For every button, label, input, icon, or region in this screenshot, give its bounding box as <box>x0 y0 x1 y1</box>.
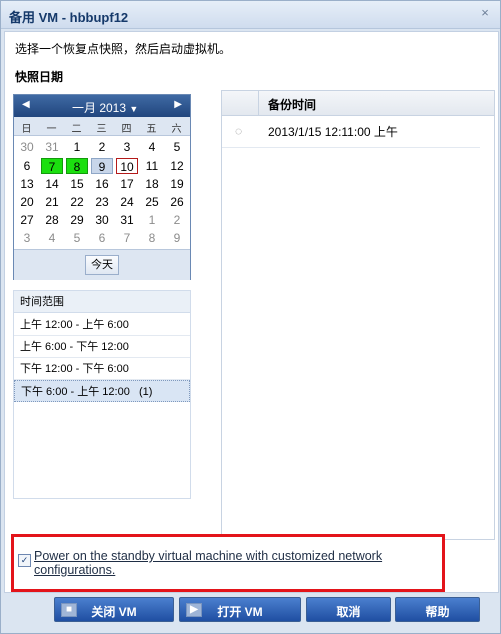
calendar-day[interactable]: 1 <box>66 139 88 155</box>
power-on-label[interactable]: Power on the standby virtual machine wit… <box>34 549 444 577</box>
calendar-day[interactable]: 19 <box>166 176 188 192</box>
calendar-day[interactable]: 17 <box>116 176 138 192</box>
calendar-day[interactable]: 27 <box>16 212 38 228</box>
time-range-item-selected[interactable]: 下午 6:00 - 上午 12:00 (1) <box>14 380 190 402</box>
calendar-day[interactable]: 2 <box>166 212 188 228</box>
dialog-title: 备用 VM - hbbupf12 <box>9 10 129 25</box>
calendar-day[interactable]: 7 <box>116 230 138 246</box>
next-month-icon[interactable]: ▶ <box>174 99 182 110</box>
backup-table-header: 备份时间 <box>222 91 494 116</box>
calendar-day[interactable]: 20 <box>16 194 38 210</box>
calendar-day[interactable]: 9 <box>166 230 188 246</box>
calendar-day[interactable]: 5 <box>66 230 88 246</box>
table-row[interactable]: ◌ 2013/1/15 12:11:00 上午 <box>222 115 480 148</box>
backup-time-table: 备份时间 ◌ 2013/1/15 12:11:00 上午 <box>221 90 495 540</box>
calendar-day[interactable]: 15 <box>66 176 88 192</box>
month-label: 一月 2013 <box>72 101 127 115</box>
open-vm-label: 打开 VM <box>217 605 263 619</box>
radio-button[interactable]: ◌ <box>235 124 249 138</box>
calendar-day[interactable]: 31 <box>116 212 138 228</box>
calendar-day-today[interactable]: 10 <box>116 158 138 174</box>
calendar-day-selected[interactable]: 9 <box>91 158 113 174</box>
shutdown-vm-button[interactable]: ■ 关闭 VM <box>54 597 174 622</box>
standby-vm-dialog: 备用 VM - hbbupf12 × 选择一个恢复点快照，然后启动虚拟机。 快照… <box>0 0 501 634</box>
calendar-day[interactable]: 6 <box>16 158 38 174</box>
calendar-day[interactable]: 31 <box>41 139 63 155</box>
column-divider <box>258 91 259 115</box>
weekday-label: 四 <box>121 124 132 135</box>
cancel-button[interactable]: 取消 <box>306 597 391 622</box>
calendar-day[interactable]: 24 <box>116 194 138 210</box>
snapshot-date-label: 快照日期 <box>15 70 64 84</box>
backup-time-header: 备份时间 <box>268 98 317 112</box>
weekday-label: 六 <box>171 124 182 135</box>
time-range-item[interactable]: 上午 12:00 - 上午 6:00 <box>14 314 190 336</box>
backup-time-value: 2013/1/15 12:11:00 上午 <box>268 125 398 139</box>
calendar-day[interactable]: 30 <box>16 139 38 155</box>
calendar-day[interactable]: 18 <box>141 176 163 192</box>
weekday-label: 一 <box>46 124 57 135</box>
calendar-header: ◀ 一月 2013 ▼ ▶ <box>14 95 190 117</box>
close-icon[interactable]: × <box>477 5 493 21</box>
calendar-day[interactable]: 3 <box>116 139 138 155</box>
calendar-day[interactable]: 25 <box>141 194 163 210</box>
calendar-day[interactable]: 21 <box>41 194 63 210</box>
button-bar: ■ 关闭 VM ▶ 打开 VM 取消 帮助 <box>1 596 500 633</box>
open-vm-button[interactable]: ▶ 打开 VM <box>179 597 301 622</box>
calendar: ◀ 一月 2013 ▼ ▶ 日 一 二 三 四 五 六 30 31 1 2 3 … <box>13 94 191 280</box>
dialog-content: 选择一个恢复点快照，然后启动虚拟机。 快照日期 ◀ 一月 2013 ▼ ▶ 日 … <box>4 31 499 593</box>
cancel-label: 取消 <box>336 605 361 619</box>
calendar-day[interactable]: 26 <box>166 194 188 210</box>
calendar-day[interactable]: 13 <box>16 176 38 192</box>
calendar-day-has-backup[interactable]: 7 <box>41 158 63 174</box>
calendar-day[interactable]: 8 <box>141 230 163 246</box>
calendar-day[interactable]: 3 <box>16 230 38 246</box>
calendar-day[interactable]: 16 <box>91 176 113 192</box>
power-on-option: ✓ Power on the standby virtual machine w… <box>11 534 445 592</box>
weekday-label: 五 <box>146 124 157 135</box>
calendar-day[interactable]: 1 <box>141 212 163 228</box>
instruction-text: 选择一个恢复点快照，然后启动虚拟机。 <box>15 42 232 56</box>
calendar-day[interactable]: 4 <box>41 230 63 246</box>
weekday-label: 二 <box>71 124 82 135</box>
calendar-day[interactable]: 6 <box>91 230 113 246</box>
today-button[interactable]: 今天 <box>85 255 119 275</box>
calendar-day[interactable]: 2 <box>91 139 113 155</box>
shutdown-vm-label: 关闭 VM <box>91 605 137 619</box>
prev-month-icon[interactable]: ◀ <box>22 99 30 110</box>
help-label: 帮助 <box>425 605 450 619</box>
weekday-header: 日 一 二 三 四 五 六 <box>14 117 190 136</box>
month-selector[interactable]: 一月 2013 ▼ <box>72 99 138 116</box>
time-range-item[interactable]: 上午 6:00 - 下午 12:00 <box>14 336 190 358</box>
chevron-down-icon: ▼ <box>129 104 139 114</box>
weekday-label: 日 <box>21 124 32 135</box>
calendar-day[interactable]: 14 <box>41 176 63 192</box>
calendar-day[interactable]: 28 <box>41 212 63 228</box>
calendar-day[interactable]: 29 <box>66 212 88 228</box>
power-on-checkbox[interactable]: ✓ <box>18 554 31 567</box>
calendar-day[interactable]: 22 <box>66 194 88 210</box>
calendar-footer: 今天 <box>14 249 190 280</box>
calendar-day[interactable]: 30 <box>91 212 113 228</box>
title-bar: 备用 VM - hbbupf12 × <box>1 1 500 29</box>
time-range-header: 时间范围 <box>14 291 190 313</box>
help-button[interactable]: 帮助 <box>395 597 480 622</box>
calendar-day-has-backup[interactable]: 8 <box>66 158 88 174</box>
calendar-day[interactable]: 23 <box>91 194 113 210</box>
calendar-day[interactable]: 11 <box>141 158 163 174</box>
time-range-item[interactable]: 下午 12:00 - 下午 6:00 <box>14 358 190 380</box>
weekday-label: 三 <box>96 124 107 135</box>
calendar-day[interactable]: 5 <box>166 139 188 155</box>
time-range-list: 时间范围 上午 12:00 - 上午 6:00 上午 6:00 - 下午 12:… <box>13 290 191 499</box>
calendar-day[interactable]: 4 <box>141 139 163 155</box>
calendar-day[interactable]: 12 <box>166 158 188 174</box>
